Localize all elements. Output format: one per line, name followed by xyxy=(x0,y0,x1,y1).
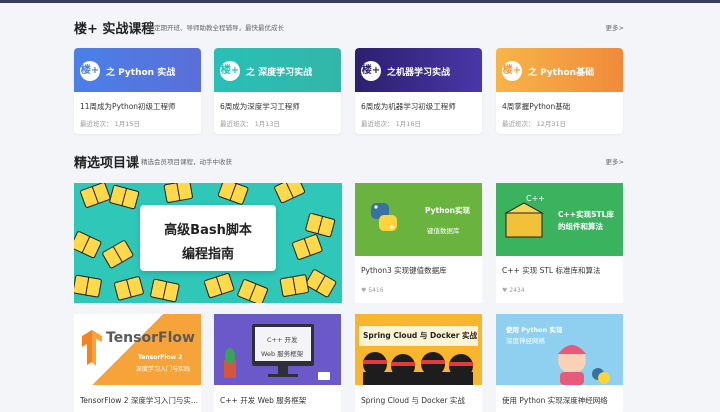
project-title: TensorFlow 2 深度学习入门与实... xyxy=(80,396,199,405)
project-image xyxy=(355,183,482,256)
course-meta: 最近班次： 1月15日 xyxy=(80,120,140,128)
project-image-subtitle: Web 服务框架 xyxy=(261,350,304,358)
project-title: Python3 实现键值数据库 xyxy=(361,266,447,275)
course-banner-text: 之 Python 实战 xyxy=(106,68,176,78)
project-title: 使用 Python 实现深度神经网络 xyxy=(502,396,608,405)
section-divider xyxy=(150,21,151,34)
more-courses-link[interactable]: 更多> xyxy=(606,22,624,32)
section-subtitle-courses: 定期开班、导师助教全程辅导，最快最优成长 xyxy=(154,24,284,32)
project-image xyxy=(355,314,482,385)
course-logo: 楼+ xyxy=(361,61,381,81)
ninjas-illustration-icon xyxy=(359,326,478,385)
tensorflow-logo-icon xyxy=(82,330,102,366)
course-banner-text: 之机器学习实战 xyxy=(387,68,451,78)
project-stat: ♥ 5416 xyxy=(361,287,384,294)
course-title: 11周成为Python初级工程师 xyxy=(80,102,176,111)
project-image-subtitle: 深度学习入门与实践 xyxy=(136,366,191,373)
section-title-projects: 精选项目课 xyxy=(74,156,140,171)
course-card-python-basics[interactable]: 楼+ 之 Python基础 4周掌握Python基础 最近班次： 12月31日 xyxy=(496,48,623,134)
course-title: 6周成为深度学习工程师 xyxy=(220,102,300,111)
project-image-subtitle: 的组件和算法 xyxy=(558,222,603,231)
learners-count: 5416 xyxy=(368,287,384,294)
course-banner-text: 之 Python基础 xyxy=(528,68,595,78)
project-card-cpp-web[interactable]: C++ 开发 Web 服务框架 C++ 开发 Web 服务框架 xyxy=(214,314,341,412)
course-meta: 最近班次： 1月16日 xyxy=(361,120,421,128)
featured-title-line1: 高级Bash脚本 xyxy=(164,223,252,238)
project-image xyxy=(74,314,201,385)
course-banner-text: 之 深度学习实战 xyxy=(246,68,313,78)
course-card-python[interactable]: 楼+ 之 Python 实战 11周成为Python初级工程师 最近班次： 1月… xyxy=(74,48,201,134)
section-title-courses: 楼+ 实战课程 xyxy=(74,22,155,37)
course-meta: 最近班次： 1月13日 xyxy=(220,120,280,128)
course-title: 4周掌握Python基础 xyxy=(502,102,571,111)
course-title: 6周成为机器学习初级工程师 xyxy=(361,102,456,111)
project-image-subtitle: 深度神经网络 xyxy=(506,337,545,345)
course-card-deep-learning[interactable]: 楼+ 之 深度学习实战 6周成为深度学习工程师 最近班次： 1月13日 xyxy=(214,48,341,134)
featured-title-line2: 编程指南 xyxy=(181,247,234,262)
tensorflow-brand-text: TensorFlow xyxy=(106,330,195,346)
project-image-title: 使用 Python 实现 xyxy=(506,326,563,334)
course-logo: 楼+ xyxy=(502,61,522,81)
project-image-title: C++ 开发 xyxy=(267,336,298,344)
project-card-cpp-stl[interactable]: C++ C++实现STL库 的组件和算法 C++ 实现 STL 标准库和算法 ♥… xyxy=(496,183,623,303)
project-image-title: C++实现STL库 xyxy=(558,210,614,219)
project-image-title: Python实现 xyxy=(425,206,470,215)
project-card-tensorflow[interactable]: TensorFlow TensorFlow 2 深度学习入门与实践 Tensor… xyxy=(74,314,201,412)
course-card-machine-learning[interactable]: 楼+ 之机器学习实战 6周成为机器学习初级工程师 最近班次： 1月16日 xyxy=(355,48,482,134)
project-stat: ♥ 2434 xyxy=(502,287,525,294)
project-title: C++ 开发 Web 服务框架 xyxy=(220,396,307,405)
section-header-courses: 楼+ 实战课程 定期开班、导师助教全程辅导，最快最优成长 更多> xyxy=(74,18,624,38)
course-logo: 楼+ xyxy=(80,61,100,81)
project-card-spring-docker[interactable]: Spring Cloud 与 Docker 实战 Spring Cloud 与 … xyxy=(355,314,482,412)
course-meta: 最近班次： 12月31日 xyxy=(502,120,567,128)
project-image-title: Spring Cloud 与 Docker 实战 xyxy=(363,331,478,340)
more-projects-link[interactable]: 更多> xyxy=(606,156,624,166)
section-subtitle-projects: 精选会员项目课程，动手中收获 xyxy=(141,158,232,166)
section-divider xyxy=(136,155,137,168)
project-image-subtitle: 键值数据库 xyxy=(427,227,460,235)
python-logo-icon xyxy=(371,203,397,231)
project-image-title: TensorFlow 2 xyxy=(138,354,183,361)
project-title: C++ 实现 STL 标准库和算法 xyxy=(502,266,601,275)
featured-project-card[interactable]: 高级Bash脚本 编程指南 xyxy=(74,183,342,303)
featured-title-panel: 高级Bash脚本 编程指南 xyxy=(140,205,276,271)
top-bar xyxy=(0,0,720,3)
learners-count: 2434 xyxy=(509,287,525,294)
svg-text:C++: C++ xyxy=(526,194,545,203)
course-logo: 楼+ xyxy=(220,61,240,81)
project-title: Spring Cloud 与 Docker 实战 xyxy=(361,396,465,405)
section-header-projects: 精选项目课 精选会员项目课程，动手中收获 更多> xyxy=(74,152,624,172)
project-card-python-kvdb[interactable]: Python实现 键值数据库 Python3 实现键值数据库 ♥ 5416 xyxy=(355,183,482,303)
project-card-python-nn[interactable]: 使用 Python 实现 深度神经网络 使用 Python 实现深度神经网络 xyxy=(496,314,623,412)
